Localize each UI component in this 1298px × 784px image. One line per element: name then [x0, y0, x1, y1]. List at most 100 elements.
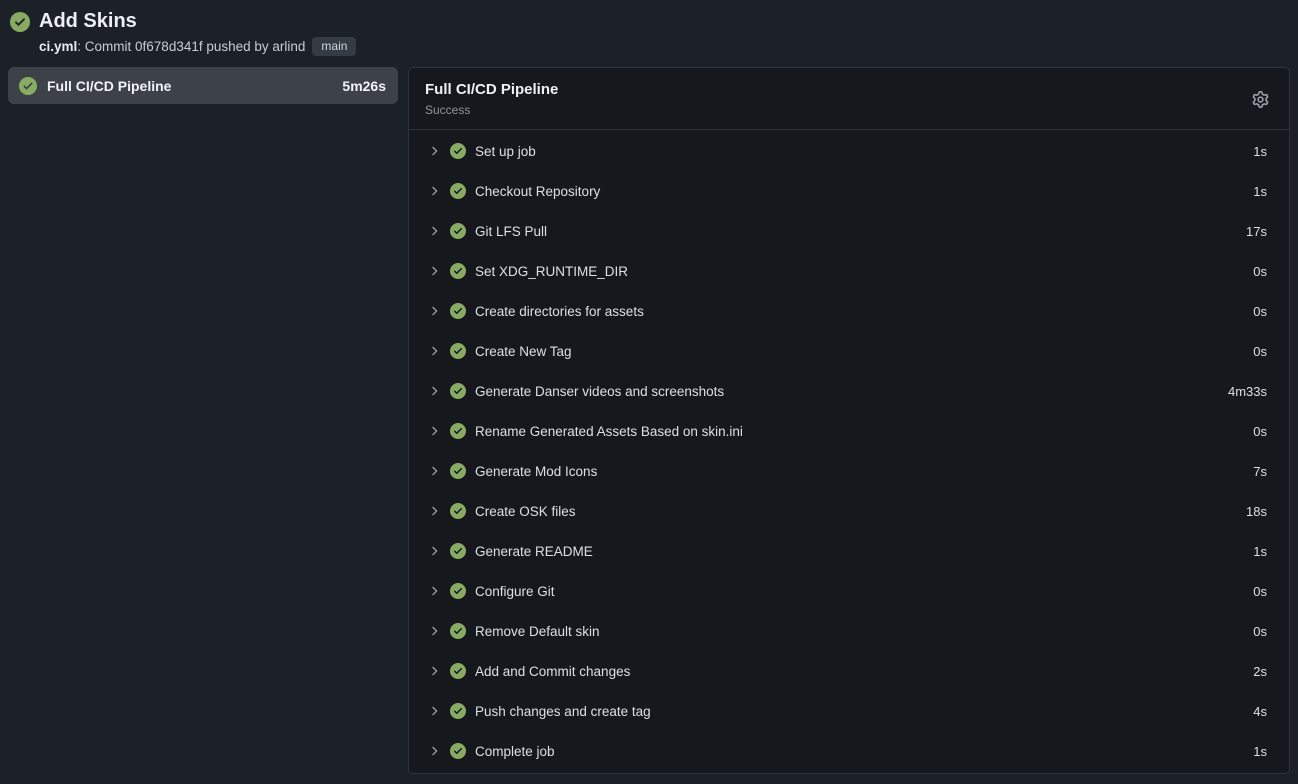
- chevron-right-icon[interactable]: [427, 704, 441, 718]
- step-status-success-icon: [450, 303, 466, 319]
- job-name: Full CI/CD Pipeline: [47, 78, 332, 94]
- step-name: Configure Git: [475, 584, 555, 599]
- chevron-right-icon[interactable]: [427, 224, 441, 238]
- workflow-run-page: Add Skins ci.yml: Commit 0f678d341f push…: [0, 0, 1298, 774]
- step-duration: 0s: [1253, 424, 1267, 439]
- step-row-9[interactable]: Generate Mod Icons 7s: [409, 451, 1289, 491]
- step-row-5[interactable]: Create directories for assets 0s: [409, 291, 1289, 331]
- step-row-7[interactable]: Generate Danser videos and screenshots 4…: [409, 371, 1289, 411]
- job-panel-title: Full CI/CD Pipeline: [425, 81, 558, 99]
- job-panel-header-text: Full CI/CD Pipeline Success: [425, 81, 558, 117]
- step-row-16[interactable]: Complete job 1s: [409, 731, 1289, 771]
- job-panel-header: Full CI/CD Pipeline Success: [409, 68, 1289, 130]
- step-name: Add and Commit changes: [475, 664, 630, 679]
- step-name: Set up job: [475, 144, 536, 159]
- job-status-success-icon: [19, 77, 37, 95]
- step-name: Generate README: [475, 544, 593, 559]
- step-status-success-icon: [450, 503, 466, 519]
- chevron-right-icon[interactable]: [427, 384, 441, 398]
- run-title: Add Skins: [39, 9, 356, 33]
- step-row-8[interactable]: Rename Generated Assets Based on skin.in…: [409, 411, 1289, 451]
- job-duration: 5m26s: [342, 78, 386, 94]
- job-card-full-cicd-pipeline[interactable]: Full CI/CD Pipeline 5m26s: [8, 67, 398, 104]
- step-row-3[interactable]: Git LFS Pull 17s: [409, 211, 1289, 251]
- step-status-success-icon: [450, 343, 466, 359]
- chevron-right-icon[interactable]: [427, 544, 441, 558]
- commit-text: ci.yml: Commit 0f678d341f pushed by arli…: [39, 39, 305, 54]
- step-row-12[interactable]: Configure Git 0s: [409, 571, 1289, 611]
- step-duration: 0s: [1253, 264, 1267, 279]
- chevron-right-icon[interactable]: [427, 144, 441, 158]
- gear-icon[interactable]: [1248, 87, 1273, 112]
- step-name: Remove Default skin: [475, 624, 600, 639]
- step-row-4[interactable]: Set XDG_RUNTIME_DIR 0s: [409, 251, 1289, 291]
- run-header-text: Add Skins ci.yml: Commit 0f678d341f push…: [39, 9, 356, 56]
- step-duration: 18s: [1246, 504, 1267, 519]
- chevron-right-icon[interactable]: [427, 304, 441, 318]
- step-status-success-icon: [450, 223, 466, 239]
- chevron-right-icon[interactable]: [427, 184, 441, 198]
- step-name: Complete job: [475, 744, 555, 759]
- step-duration: 0s: [1253, 584, 1267, 599]
- step-status-success-icon: [450, 703, 466, 719]
- step-duration: 1s: [1253, 144, 1267, 159]
- step-duration: 7s: [1253, 464, 1267, 479]
- step-duration: 4s: [1253, 704, 1267, 719]
- step-duration: 17s: [1246, 224, 1267, 239]
- commit-line: ci.yml: Commit 0f678d341f pushed by arli…: [39, 37, 356, 56]
- step-status-success-icon: [450, 663, 466, 679]
- step-status-success-icon: [450, 263, 466, 279]
- step-duration: 2s: [1253, 664, 1267, 679]
- step-duration: 4m33s: [1228, 384, 1267, 399]
- run-header: Add Skins ci.yml: Commit 0f678d341f push…: [8, 6, 1290, 67]
- step-name: Create New Tag: [475, 344, 572, 359]
- jobs-sidebar: Full CI/CD Pipeline 5m26s: [8, 67, 398, 104]
- run-body: Full CI/CD Pipeline 5m26s Full CI/CD Pip…: [8, 67, 1290, 774]
- job-detail-panel: Full CI/CD Pipeline Success Set up job 1…: [408, 67, 1290, 774]
- commit-description: : Commit 0f678d341f pushed by arlind: [77, 39, 305, 54]
- step-name: Git LFS Pull: [475, 224, 547, 239]
- step-name: Checkout Repository: [475, 184, 600, 199]
- chevron-right-icon[interactable]: [427, 584, 441, 598]
- step-status-success-icon: [450, 623, 466, 639]
- step-status-success-icon: [450, 743, 466, 759]
- run-status-success-icon: [10, 12, 30, 32]
- chevron-right-icon[interactable]: [427, 424, 441, 438]
- step-duration: 1s: [1253, 184, 1267, 199]
- step-status-success-icon: [450, 383, 466, 399]
- steps-list: Set up job 1s Checkout Repository 1s Git…: [409, 130, 1289, 774]
- step-status-success-icon: [450, 143, 466, 159]
- step-duration: 0s: [1253, 344, 1267, 359]
- chevron-right-icon[interactable]: [427, 664, 441, 678]
- step-row-15[interactable]: Push changes and create tag 4s: [409, 691, 1289, 731]
- step-status-success-icon: [450, 423, 466, 439]
- chevron-right-icon[interactable]: [427, 264, 441, 278]
- branch-badge[interactable]: main: [312, 37, 356, 56]
- step-row-6[interactable]: Create New Tag 0s: [409, 331, 1289, 371]
- step-name: Set XDG_RUNTIME_DIR: [475, 264, 628, 279]
- chevron-right-icon[interactable]: [427, 504, 441, 518]
- step-name: Push changes and create tag: [475, 704, 651, 719]
- step-duration: 1s: [1253, 544, 1267, 559]
- step-status-success-icon: [450, 583, 466, 599]
- step-row-2[interactable]: Checkout Repository 1s: [409, 171, 1289, 211]
- step-row-14[interactable]: Add and Commit changes 2s: [409, 651, 1289, 691]
- workflow-file-name: ci.yml: [39, 39, 77, 54]
- step-name: Generate Danser videos and screenshots: [475, 384, 724, 399]
- step-row-11[interactable]: Generate README 1s: [409, 531, 1289, 571]
- step-status-success-icon: [450, 543, 466, 559]
- chevron-right-icon[interactable]: [427, 624, 441, 638]
- step-duration: 1s: [1253, 744, 1267, 759]
- step-name: Rename Generated Assets Based on skin.in…: [475, 424, 743, 439]
- step-status-success-icon: [450, 183, 466, 199]
- step-row-13[interactable]: Remove Default skin 0s: [409, 611, 1289, 651]
- job-panel-status: Success: [425, 103, 558, 117]
- chevron-right-icon[interactable]: [427, 344, 441, 358]
- step-duration: 0s: [1253, 624, 1267, 639]
- step-row-1[interactable]: Set up job 1s: [409, 131, 1289, 171]
- step-row-10[interactable]: Create OSK files 18s: [409, 491, 1289, 531]
- chevron-right-icon[interactable]: [427, 464, 441, 478]
- step-name: Create OSK files: [475, 504, 576, 519]
- chevron-right-icon[interactable]: [427, 744, 441, 758]
- step-name: Create directories for assets: [475, 304, 644, 319]
